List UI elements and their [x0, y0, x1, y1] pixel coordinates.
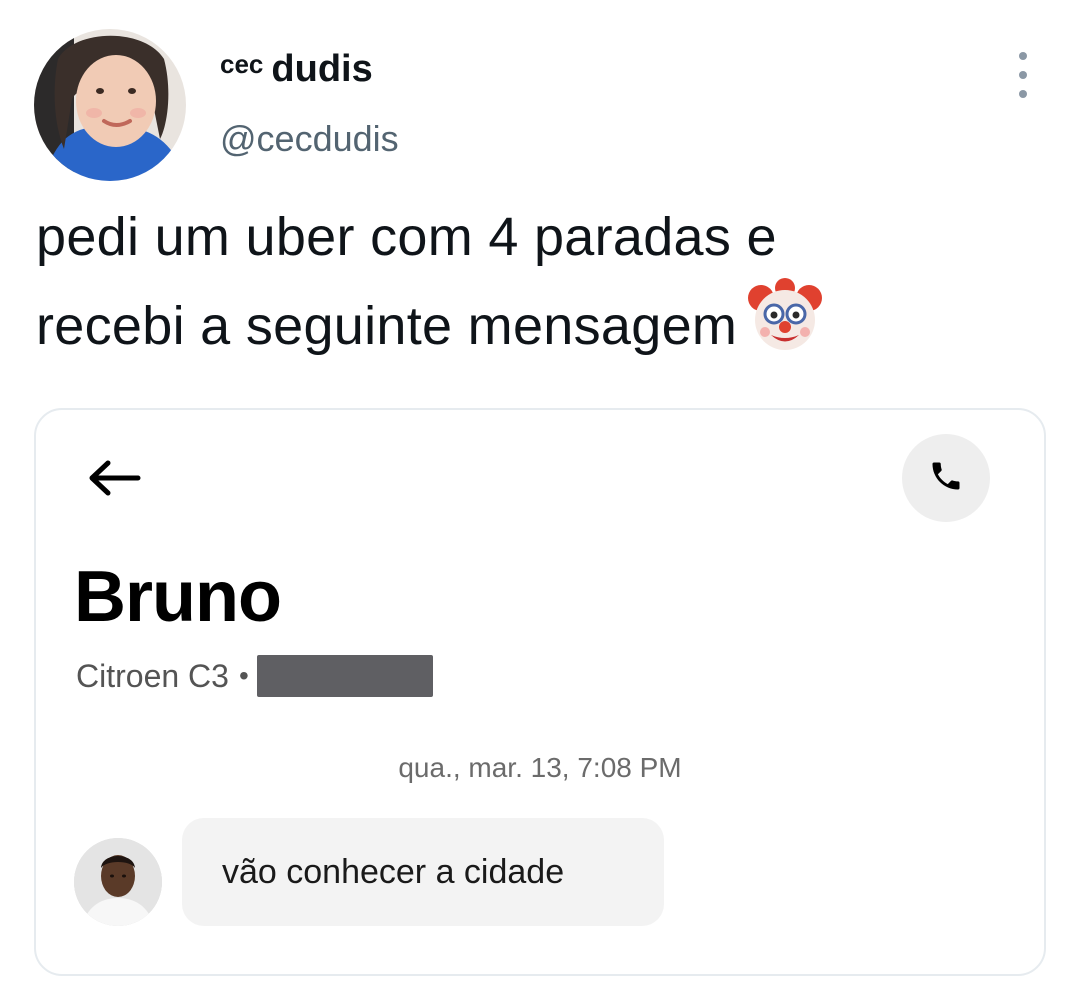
- more-options-icon[interactable]: [1008, 52, 1038, 98]
- display-name-prefix: cec: [220, 49, 264, 79]
- profile-avatar[interactable]: [34, 29, 186, 181]
- user-handle[interactable]: @cecdudis: [220, 118, 399, 160]
- tweet-text-line-2: recebi a seguinte mensagem: [36, 296, 738, 356]
- call-button[interactable]: [902, 434, 990, 522]
- driver-name: Bruno: [74, 557, 282, 637]
- attached-image-card[interactable]: Bruno Citroen C3 • qua., mar. 13, 7:08 P…: [34, 408, 1046, 976]
- driver-avatar: [74, 838, 162, 926]
- phone-icon: [928, 458, 964, 499]
- separator-dot: •: [238, 660, 249, 691]
- display-name[interactable]: cec dudis: [220, 48, 373, 98]
- vehicle-model: Citroen C3: [76, 657, 229, 694]
- display-name-main: dudis: [271, 48, 373, 90]
- vehicle-info: Citroen C3 •: [76, 654, 433, 698]
- tweet-text-line-2-wrap: recebi a seguinte mensagem: [36, 278, 1036, 367]
- tweet-text-line-1: pedi um uber com 4 paradas e: [36, 207, 777, 267]
- tweet-text: pedi um uber com 4 paradas e recebi a se…: [36, 196, 1036, 367]
- back-arrow-icon[interactable]: [86, 458, 142, 498]
- message-bubble: vão conhecer a cidade: [182, 818, 664, 926]
- tweet-screenshot: cec dudis @cecdudis pedi um uber com 4 p…: [0, 0, 1080, 1007]
- message-text: vão conhecer a cidade: [222, 852, 565, 891]
- message-timestamp: qua., mar. 13, 7:08 PM: [398, 752, 682, 783]
- redacted-license-plate: [256, 655, 433, 697]
- clown-face-icon: [747, 278, 823, 354]
